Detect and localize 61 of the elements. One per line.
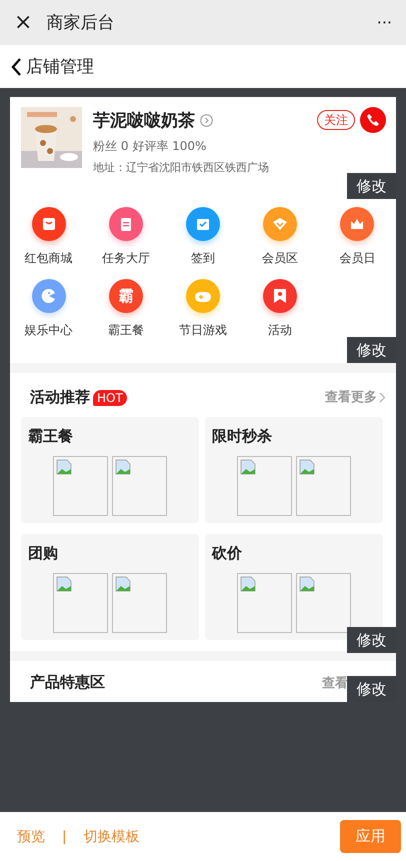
shortcut-label[interactable]: 娱乐中心 [24, 322, 73, 339]
separator: | [62, 828, 67, 844]
follow-button[interactable]: 关注 [317, 110, 355, 130]
edit-button[interactable]: 修改 [347, 676, 396, 702]
activity-card[interactable]: 霸王餐 [21, 417, 199, 523]
shortcut-icon[interactable] [32, 207, 66, 241]
shortcut-label[interactable]: 活动 [268, 322, 292, 339]
activity-card[interactable]: 团购 [21, 534, 199, 640]
broken-image-icon [56, 459, 72, 475]
shortcut-icon[interactable] [340, 207, 374, 241]
pacman-icon [40, 288, 57, 304]
shortcut-label[interactable]: 节日游戏 [178, 322, 227, 339]
diamond-icon [272, 216, 288, 232]
card-title: 霸王餐 [28, 427, 74, 446]
gamepad-icon [194, 289, 212, 303]
shortcut-label[interactable]: 红包商城 [24, 250, 73, 267]
shortcut-icon[interactable] [186, 207, 220, 241]
section-title: 活动推荐 [30, 388, 90, 406]
bookmark-icon [273, 288, 288, 304]
store-name: 芋泥啵啵奶茶 [93, 110, 195, 132]
broken-image-icon [56, 576, 72, 592]
shortcut-label[interactable]: 会员日 [339, 250, 376, 267]
window-title: 商家后台 [46, 12, 114, 34]
edit-button[interactable]: 修改 [347, 337, 396, 363]
shortcut-label[interactable]: 霸王餐 [108, 322, 144, 339]
shortcut-icon[interactable] [263, 207, 298, 241]
shortcut-icon[interactable]: 霸 [108, 279, 143, 313]
bag-icon [40, 216, 57, 232]
section-title: 产品特惠区 [30, 673, 105, 692]
broken-image-icon [115, 459, 131, 475]
edit-button[interactable]: 修改 [347, 627, 396, 653]
card-title: 限时秒杀 [212, 427, 273, 446]
shortcut-label[interactable]: 会员区 [262, 250, 298, 267]
shortcut-icon[interactable] [263, 279, 298, 313]
shortcut-label[interactable]: 签到 [190, 250, 215, 267]
broken-image-icon [240, 576, 256, 592]
chevron-right-icon [379, 392, 386, 402]
broken-image-icon [299, 576, 315, 592]
shortcut-icon[interactable] [32, 279, 66, 313]
broken-image-icon [299, 459, 315, 475]
broken-image-icon [115, 576, 131, 592]
calendar-icon [194, 216, 211, 232]
back-icon[interactable] [10, 56, 22, 76]
hot-badge: HOT [93, 390, 127, 406]
shortcut-label[interactable]: 任务大厅 [102, 250, 150, 267]
more-button[interactable]: ··· [376, 14, 392, 30]
chevron-icon[interactable] [200, 114, 213, 126]
phone-icon [366, 113, 380, 127]
phone-button[interactable] [360, 107, 386, 133]
store-address: 地址：辽宁省沈阳市铁西区铁西广场 [93, 160, 270, 175]
page-title: 店铺管理 [26, 56, 94, 78]
store-stats: 粉丝 0 好评率 100% [93, 138, 208, 155]
edit-button[interactable]: 修改 [347, 173, 396, 199]
close-button[interactable]: × [14, 12, 32, 34]
card-title: 团购 [28, 544, 59, 563]
broken-image-icon [240, 459, 256, 475]
shortcut-icon[interactable] [186, 279, 220, 313]
shortcut-icon[interactable] [108, 207, 143, 241]
activity-card[interactable]: 限时秒杀 [205, 417, 383, 523]
card-title: 砍价 [212, 544, 243, 563]
icon-glyph: 霸 [118, 286, 134, 306]
